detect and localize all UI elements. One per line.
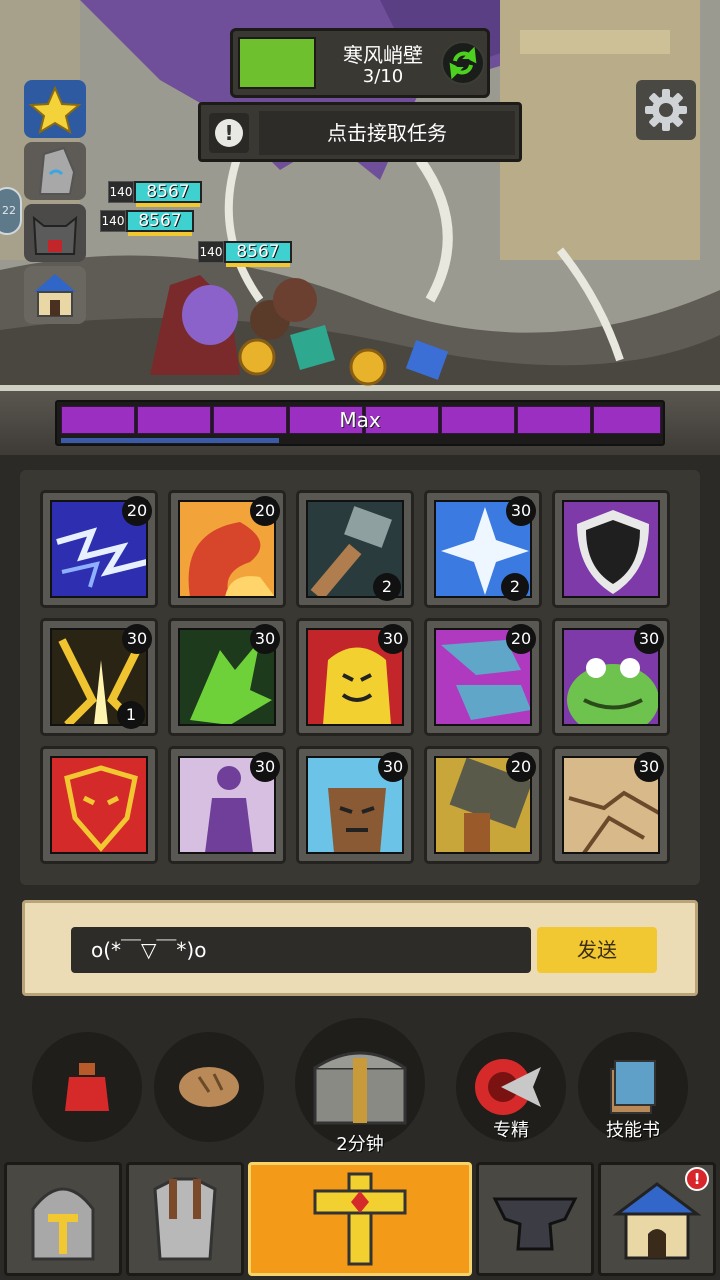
skill-slot[interactable]: 30 bbox=[296, 746, 414, 864]
rune-stone-button[interactable] bbox=[24, 142, 86, 200]
bread-icon bbox=[179, 1067, 239, 1107]
nav-forge[interactable] bbox=[476, 1162, 594, 1276]
skill-slot[interactable]: 30 2 bbox=[424, 490, 542, 608]
chest-timer: 2分钟 bbox=[336, 1134, 384, 1155]
house-icon bbox=[34, 274, 76, 317]
refresh-icon bbox=[449, 47, 477, 79]
skill-level: 30 bbox=[122, 624, 152, 654]
bread-button[interactable] bbox=[154, 1032, 264, 1142]
skill-slot[interactable]: 20 bbox=[168, 490, 286, 608]
cross-relic-icon bbox=[313, 1172, 407, 1266]
potion-icon bbox=[65, 1063, 109, 1111]
skill-level: 30 bbox=[634, 624, 664, 654]
skill-level: 30 bbox=[634, 752, 664, 782]
focus-label: 专精 bbox=[493, 1120, 529, 1141]
skill-slot[interactable]: 30 bbox=[168, 746, 286, 864]
skill-slot[interactable] bbox=[40, 746, 158, 864]
exclamation-icon: ! bbox=[209, 113, 249, 153]
skill-slot[interactable]: 30 bbox=[296, 618, 414, 736]
task-label: 点击接取任务 bbox=[259, 111, 515, 155]
skill-level: 20 bbox=[122, 496, 152, 526]
skill-slot[interactable]: 30 bbox=[168, 618, 286, 736]
skill-level: 20 bbox=[250, 496, 280, 526]
rune-stone-icon bbox=[38, 146, 76, 195]
skill-slot[interactable]: 20 bbox=[424, 618, 542, 736]
chat-input[interactable]: o(*￣▽￣*)o bbox=[71, 927, 531, 973]
notification-badge: ! bbox=[685, 1167, 709, 1191]
stage-panel: 寒风峭壁 3/10 bbox=[230, 28, 490, 98]
skill-level: 30 bbox=[506, 496, 536, 526]
treasure-chest-icon bbox=[313, 1051, 407, 1125]
chest-button[interactable] bbox=[295, 1018, 425, 1148]
skill-slot[interactable]: 20 bbox=[424, 746, 542, 864]
side-counter-badge[interactable]: 22 bbox=[0, 187, 22, 235]
nav-town[interactable]: ! bbox=[598, 1162, 716, 1276]
hp-level: 140 bbox=[198, 241, 224, 263]
skill-level: 20 bbox=[506, 624, 536, 654]
hp-bar: 140 8567 bbox=[108, 180, 202, 207]
helmet-icon bbox=[31, 1187, 95, 1261]
shield-skill-icon bbox=[562, 500, 660, 598]
skill-count: 2 bbox=[501, 573, 529, 601]
skill-slot[interactable] bbox=[552, 490, 670, 608]
skill-slot[interactable]: 30 bbox=[552, 618, 670, 736]
hp-level: 140 bbox=[108, 181, 134, 203]
gear-icon bbox=[645, 89, 687, 131]
task-bar[interactable]: ! 点击接取任务 bbox=[198, 102, 522, 162]
shop-button[interactable] bbox=[24, 266, 86, 324]
skill-slot[interactable]: 20 bbox=[40, 490, 158, 608]
skill-count: 2 bbox=[373, 573, 401, 601]
stage-count: 3/10 bbox=[362, 66, 404, 87]
armor-icon bbox=[153, 1177, 217, 1261]
nav-equipment[interactable] bbox=[126, 1162, 244, 1276]
refresh-button[interactable] bbox=[441, 41, 485, 85]
hp-bar: 140 8567 bbox=[100, 209, 194, 236]
hp-level: 140 bbox=[100, 210, 126, 232]
skill-level: 30 bbox=[250, 624, 280, 654]
skill-level: 30 bbox=[378, 752, 408, 782]
skill-slot[interactable]: 30 1 bbox=[40, 618, 158, 736]
bottom-nav: ! bbox=[0, 1158, 720, 1280]
nav-relic[interactable] bbox=[248, 1162, 472, 1276]
stage-name: 寒风峭壁 bbox=[343, 43, 423, 67]
nav-hero[interactable] bbox=[4, 1162, 122, 1276]
target-arrow-icon bbox=[475, 1059, 541, 1115]
potion-button[interactable] bbox=[32, 1032, 142, 1142]
skillbook-icon bbox=[610, 1060, 656, 1114]
skill-count: 1 bbox=[117, 701, 145, 729]
stage-progress-bar bbox=[238, 37, 316, 89]
skill-slot[interactable]: 2 bbox=[296, 490, 414, 608]
skill-slot[interactable]: 30 bbox=[552, 746, 670, 864]
max-label: Max bbox=[339, 408, 381, 432]
chat-panel: o(*￣▽￣*)o 发送 bbox=[22, 900, 698, 996]
boss-helmet-icon bbox=[32, 215, 78, 255]
hp-bar: 140 8567 bbox=[198, 240, 292, 267]
star-icon bbox=[28, 85, 82, 135]
send-button[interactable]: 发送 bbox=[537, 927, 657, 973]
hero-party bbox=[150, 275, 449, 386]
anvil-icon bbox=[492, 1197, 578, 1251]
settings-button[interactable] bbox=[636, 80, 696, 140]
max-energy-bar: Max bbox=[55, 400, 665, 446]
star-button[interactable] bbox=[24, 80, 86, 138]
boss-button[interactable] bbox=[24, 204, 86, 262]
hp-value: 8567 bbox=[224, 241, 292, 267]
skill-level: 30 bbox=[378, 624, 408, 654]
max-sub-progress bbox=[61, 438, 279, 443]
skillbook-label: 技能书 bbox=[606, 1120, 660, 1141]
hp-value: 8567 bbox=[126, 210, 194, 236]
rage-mask-skill-icon bbox=[50, 756, 148, 854]
skill-level: 20 bbox=[506, 752, 536, 782]
hp-value: 8567 bbox=[134, 181, 202, 207]
skill-panel: 20 20 2 30 2 30 1 30 30 20 30 30 30 20 3… bbox=[20, 470, 700, 885]
skill-level: 30 bbox=[250, 752, 280, 782]
